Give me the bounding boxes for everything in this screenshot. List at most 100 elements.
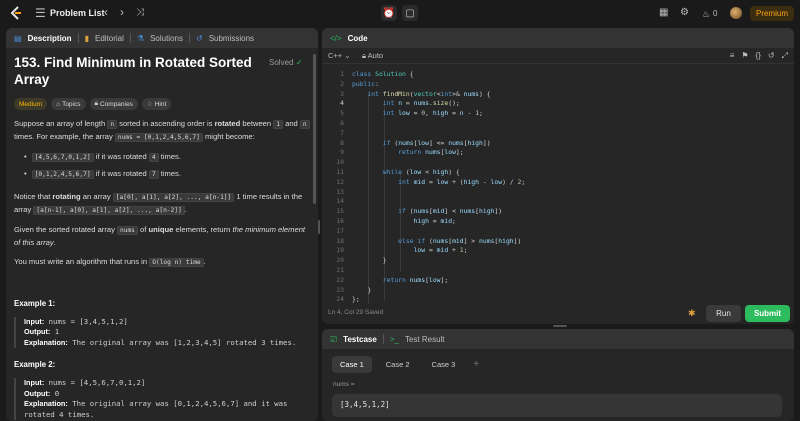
testcase-input[interactable]: [3,4,5,1,2] bbox=[332, 394, 782, 417]
line-number: 23 bbox=[336, 285, 344, 294]
premium-button[interactable]: Premium bbox=[750, 6, 794, 21]
line-number: 16 bbox=[336, 217, 344, 225]
variable-label: nums = bbox=[333, 381, 355, 388]
code-line: }; bbox=[352, 295, 360, 304]
horizontal-resize-handle[interactable] bbox=[553, 325, 567, 327]
description-icon: ▤ bbox=[14, 33, 22, 43]
streak-fire-icon[interactable]: ♨ bbox=[702, 8, 710, 20]
line-number: 6 bbox=[340, 119, 344, 127]
language-select[interactable]: C++ ⌄ bbox=[328, 51, 351, 60]
divider bbox=[129, 33, 131, 43]
lock-icon: 🔒︎ bbox=[94, 100, 98, 107]
code-line: else if (nums[mid] > nums[high]) bbox=[398, 236, 522, 245]
description-tabs: ▤ Description ▮ Editorial ⚗ Solutions ↺ … bbox=[6, 28, 318, 48]
case-3-tab[interactable]: Case 3 bbox=[424, 356, 464, 373]
auto-mode[interactable]: 🔒︎ Auto bbox=[362, 51, 383, 61]
lightbulb-icon: ♢ bbox=[146, 101, 153, 108]
description-scrollbar[interactable] bbox=[313, 54, 316, 204]
settings-gear-icon[interactable]: ⚙ bbox=[680, 7, 689, 19]
example-2-title: Example 2: bbox=[14, 360, 56, 369]
case-1-tab[interactable]: Case 1 bbox=[332, 356, 372, 373]
inline-code: [4,5,6,7,0,1,2] bbox=[31, 153, 94, 162]
code-line: int findMin(vector<int>& nums) { bbox=[367, 89, 491, 98]
lock-icon: 🔒︎ bbox=[362, 51, 366, 60]
line-number: 8 bbox=[340, 138, 344, 147]
line-number: 4 bbox=[340, 99, 344, 108]
layout-grid-icon[interactable]: ▦ bbox=[659, 7, 668, 19]
submissions-history-icon: ↺ bbox=[195, 33, 203, 43]
shuffle-icon[interactable]: ⤨ bbox=[136, 7, 144, 19]
checkbox-icon: ☑ bbox=[330, 334, 338, 344]
debug-icon[interactable]: ✱ bbox=[688, 308, 696, 319]
line-number: 20 bbox=[336, 256, 344, 265]
text: Given the sorted rotated array bbox=[14, 225, 117, 234]
solutions-flask-icon: ⚗ bbox=[136, 33, 145, 43]
line-number: 13 bbox=[336, 187, 344, 196]
code-line: return nums[low]; bbox=[398, 148, 464, 157]
code-line: int mid = low + (high - low) / 2; bbox=[398, 177, 526, 186]
topics-tag[interactable]: ⌂ Topics bbox=[51, 98, 86, 110]
text: if it was rotated bbox=[93, 152, 149, 161]
submit-button[interactable]: Submit bbox=[745, 305, 790, 322]
streak-count: 0 bbox=[713, 9, 718, 18]
code-line: class Solution { bbox=[352, 70, 414, 78]
hint-tag[interactable]: ♢ Hint bbox=[141, 98, 172, 110]
rotation-examples-list: [4,5,6,7,0,1,2] if it was rotated 4 time… bbox=[14, 149, 310, 183]
next-problem-icon[interactable]: › bbox=[120, 6, 124, 18]
code-line: } bbox=[352, 285, 372, 294]
bookmark-icon[interactable]: ⚑ bbox=[741, 51, 748, 61]
tag-icon: ⌂ bbox=[56, 100, 61, 108]
problem-list-link[interactable]: Problem List bbox=[50, 8, 105, 18]
inline-code: nums = [0,1,2,4,5,6,7] bbox=[114, 132, 203, 142]
timer-button[interactable]: ⏰ bbox=[381, 5, 397, 21]
testcase-panel: ☑ Testcase >_ Test Result Case 1 Case 2 … bbox=[322, 329, 794, 421]
format-lines-icon[interactable]: ≡ bbox=[730, 51, 735, 61]
note-icon: ▢ bbox=[405, 7, 415, 19]
vertical-resize-handle[interactable] bbox=[318, 220, 320, 234]
bold-text: rotating bbox=[52, 192, 81, 201]
code-panel: </> Code C++ ⌄ 🔒︎ Auto ≡ ⚑ {} ↺ ⤢ 123456… bbox=[322, 28, 794, 324]
line-number: 24 bbox=[336, 295, 344, 304]
expand-icon[interactable]: ⤢ bbox=[782, 51, 788, 61]
tab-editorial[interactable]: Editorial bbox=[95, 34, 124, 43]
text: . bbox=[203, 257, 206, 266]
line-number: 22 bbox=[336, 275, 344, 284]
code-editor[interactable]: 1 2 3 4 5 6 7 8 9 10 11 12 13 14 15 16 17 18 19 20 21 22 23 24 … bbox=[322, 66, 794, 304]
leetcode-logo-icon[interactable] bbox=[8, 5, 24, 21]
editor-status: Ln 4, Col 29 Saved bbox=[328, 309, 384, 316]
avatar[interactable] bbox=[730, 7, 742, 19]
list-item: [0,1,2,4,5,6,7] if it was rotated 7 time… bbox=[24, 166, 310, 183]
tab-description[interactable]: Description bbox=[28, 34, 72, 43]
tab-submissions[interactable]: Submissions bbox=[209, 34, 254, 43]
run-button[interactable]: Run bbox=[706, 305, 741, 322]
code-line: return nums[low]; bbox=[382, 275, 449, 284]
tab-solutions[interactable]: Solutions bbox=[150, 34, 183, 43]
line-number: 11 bbox=[336, 168, 344, 176]
braces-icon[interactable]: {} bbox=[756, 51, 761, 61]
add-case-icon[interactable]: + bbox=[473, 359, 479, 370]
text: You must write an algorithm that runs in bbox=[14, 257, 150, 266]
chevron-down-icon: ⌄ bbox=[344, 51, 351, 60]
inline-code: [a[n-1], a[0], a[1], a[2], ..., a[n-2]] bbox=[33, 205, 185, 215]
companies-tag[interactable]: 🔒︎ Companies bbox=[89, 98, 138, 110]
input-value: nums = [4,5,6,7,0,1,2] bbox=[44, 378, 146, 387]
case-2-tab[interactable]: Case 2 bbox=[378, 356, 418, 373]
problem-list-icon[interactable]: ☰ bbox=[35, 7, 46, 19]
tab-test-result[interactable]: Test Result bbox=[405, 335, 445, 344]
statement-paragraph-2: Notice that rotating an array [a[0], a[1… bbox=[14, 191, 310, 216]
inline-code: [0,1,2,4,5,6,7] bbox=[31, 170, 94, 179]
text: of bbox=[137, 225, 149, 234]
editorial-icon: ▮ bbox=[84, 33, 89, 43]
text: Notice that bbox=[14, 192, 53, 201]
inline-code: n bbox=[299, 120, 310, 129]
reset-icon[interactable]: ↺ bbox=[768, 51, 775, 61]
text: might become: bbox=[202, 131, 255, 141]
line-number: 21 bbox=[336, 266, 344, 274]
notes-button[interactable]: ▢ bbox=[402, 5, 418, 21]
prev-problem-icon[interactable]: ‹ bbox=[104, 6, 108, 18]
text: sorted in ascending order is bbox=[117, 119, 215, 128]
example-2-box: Input: nums = [4,5,6,7,0,1,2] Output: 0 … bbox=[14, 378, 310, 420]
tab-testcase[interactable]: Testcase bbox=[343, 335, 377, 344]
line-number: 5 bbox=[340, 109, 344, 118]
text: . bbox=[184, 204, 187, 214]
